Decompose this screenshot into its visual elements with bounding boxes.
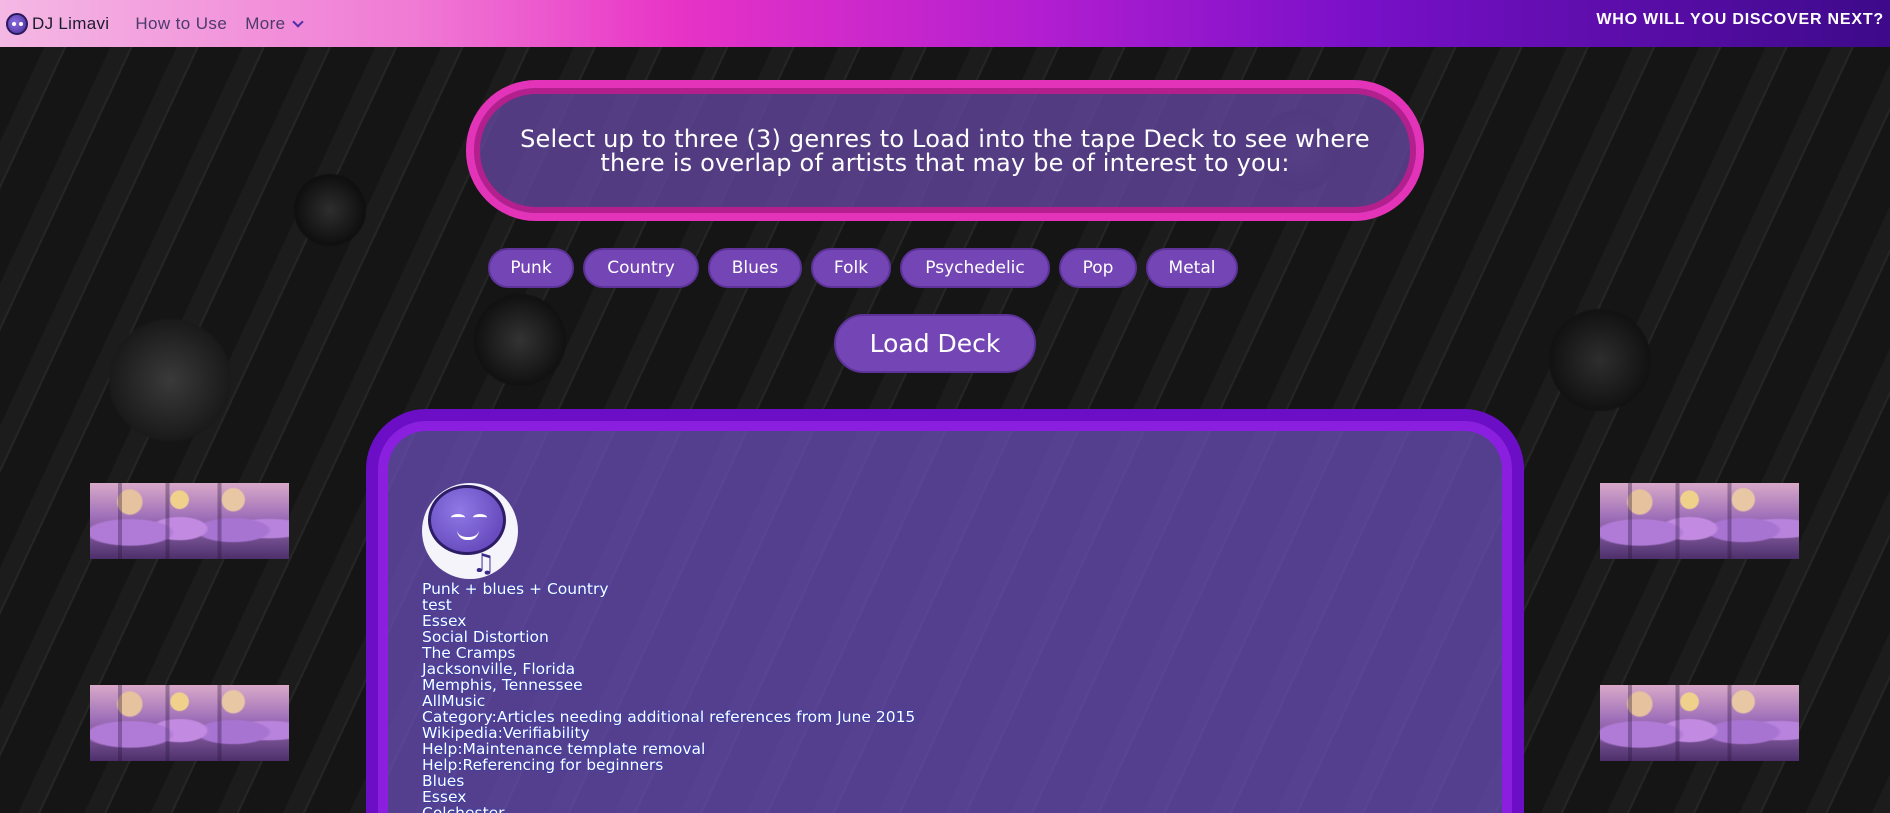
genre-chip-pop[interactable]: Pop bbox=[1059, 248, 1137, 288]
brand-link[interactable]: DJ Limavi bbox=[6, 12, 110, 35]
result-item: Essex bbox=[422, 612, 467, 630]
genre-chip-punk[interactable]: Punk bbox=[488, 248, 574, 288]
result-item: AllMusic bbox=[422, 692, 486, 710]
mascot-smile bbox=[457, 530, 479, 540]
result-item: Help:Maintenance template removal bbox=[422, 740, 706, 758]
genre-chip-metal[interactable]: Metal bbox=[1146, 248, 1238, 288]
genre-chip-psychedelic[interactable]: Psychedelic bbox=[900, 248, 1050, 288]
genre-chip-folk[interactable]: Folk bbox=[811, 248, 891, 288]
top-navbar: DJ Limavi How to Use More WHO WILL YOU D… bbox=[0, 0, 1890, 47]
result-item: Essex bbox=[422, 788, 467, 806]
nav-link-how-to-use[interactable]: How to Use bbox=[135, 14, 227, 34]
results-heading: Punk + blues + Country bbox=[422, 580, 609, 598]
chevron-down-icon bbox=[291, 15, 304, 28]
result-item: Wikipedia:Verifiability bbox=[422, 724, 590, 742]
mascot-eye-left bbox=[451, 514, 465, 521]
results-list: Punk + blues + Country test Essex Social… bbox=[422, 581, 915, 813]
instruction-panel: Select up to three (3) genres to Load in… bbox=[466, 80, 1424, 221]
result-item: test bbox=[422, 596, 452, 614]
artist-photo-right-bottom bbox=[1600, 685, 1799, 761]
result-item: Memphis, Tennessee bbox=[422, 676, 583, 694]
load-deck-button[interactable]: Load Deck bbox=[834, 314, 1036, 373]
result-item: Colchester bbox=[422, 804, 505, 813]
mascot-eye-right bbox=[473, 514, 487, 521]
genre-chip-country[interactable]: Country bbox=[583, 248, 699, 288]
genre-chip-blues[interactable]: Blues bbox=[708, 248, 802, 288]
brand-name: DJ Limavi bbox=[32, 13, 110, 33]
instruction-line-2: there is overlap of artists that may be … bbox=[600, 148, 1290, 177]
result-item: Category:Articles needing additional ref… bbox=[422, 708, 916, 726]
music-note-icon: ♫ bbox=[472, 549, 496, 579]
result-item: The Cramps bbox=[422, 644, 516, 662]
nav-more-label: More bbox=[245, 13, 286, 33]
nav-dropdown-more[interactable]: More bbox=[245, 13, 304, 34]
nav-tagline: WHO WILL YOU DISCOVER NEXT? bbox=[1596, 11, 1884, 28]
artist-photo-left-bottom bbox=[90, 685, 289, 761]
artist-photo-right-top bbox=[1600, 483, 1799, 559]
dj-mascot-logo-icon bbox=[6, 12, 28, 35]
instruction-text: Select up to three (3) genres to Load in… bbox=[496, 127, 1394, 175]
result-item: Help:Referencing for beginners bbox=[422, 756, 664, 774]
mascot-head bbox=[428, 485, 506, 555]
instruction-line-1: Select up to three (3) genres to Load in… bbox=[520, 124, 1370, 153]
results-panel: ♫ Punk + blues + Country test Essex Soci… bbox=[366, 409, 1524, 813]
result-item: Blues bbox=[422, 772, 465, 790]
artist-photo-left-top bbox=[90, 483, 289, 559]
dj-mascot-icon: ♫ bbox=[422, 483, 518, 579]
genre-selector: Punk Country Blues Folk Psychedelic Pop … bbox=[488, 248, 1247, 288]
result-item: Social Distortion bbox=[422, 628, 549, 646]
result-item: Jacksonville, Florida bbox=[422, 660, 576, 678]
